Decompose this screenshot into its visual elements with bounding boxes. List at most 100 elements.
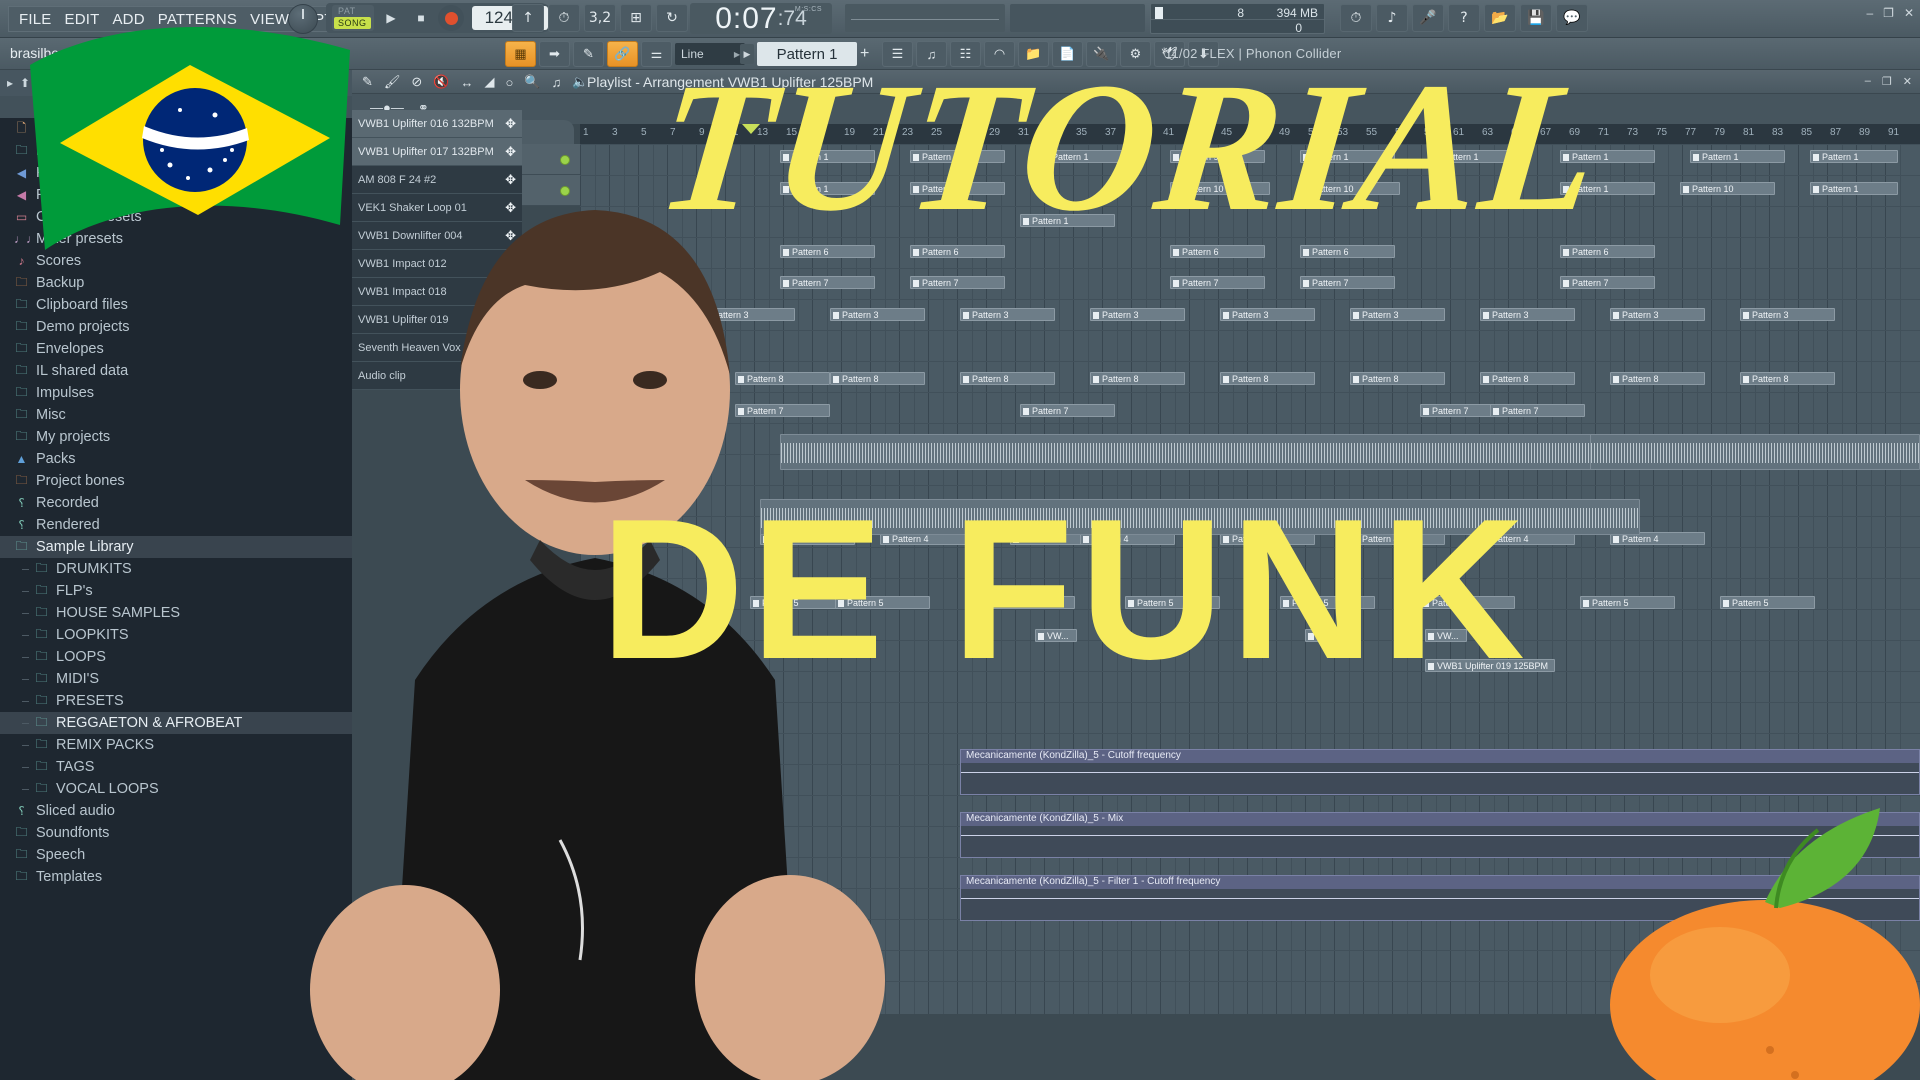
pattern-select-icon[interactable]: ▦ [505, 41, 536, 67]
playlist-pattern-clip[interactable]: Pattern 8 [1350, 372, 1445, 385]
playlist-pattern-clip[interactable]: Pattern 10 [1680, 182, 1775, 195]
sample-row[interactable]: VWB1 Uplifter 017 132BPM ✥ [352, 138, 522, 166]
clock-icon[interactable]: ⏱ [1340, 4, 1372, 32]
project-filename: brasilbeat.flp [10, 45, 90, 61]
online-panel[interactable] [1010, 4, 1145, 32]
master-volume-knob[interactable] [288, 4, 318, 34]
undo-icon[interactable]: ↶ [37, 76, 47, 90]
playlist-maximize-icon[interactable]: ❐ [1882, 75, 1892, 88]
zoom-out-tool-icon[interactable]: ○ [506, 75, 514, 90]
playlist-pattern-clip[interactable]: Pattern 3 [1220, 308, 1315, 321]
count-in-icon[interactable]: 3,2 [584, 4, 616, 32]
browser-item-label: REGGAETON & AFROBEAT [56, 715, 243, 731]
draw-tool-icon[interactable]: ✎ [362, 74, 373, 90]
playlist-pattern-clip[interactable]: Pattern 5 [1580, 596, 1675, 609]
browser-item-label: Mixer presets [36, 231, 124, 247]
playlist-pattern-clip[interactable]: Pattern 1 [1810, 150, 1898, 163]
browser-item-label: MIDI'S [56, 671, 100, 687]
magnet-snap-icon[interactable]: 🔗 [607, 41, 638, 67]
bar-number: 81 [1743, 127, 1755, 138]
mute-tool-icon[interactable]: ⊘ [411, 74, 422, 90]
menu-item-view[interactable]: VIEW [250, 11, 289, 28]
playback-tool-icon[interactable]: ♫ [552, 75, 562, 90]
playlist-pattern-clip[interactable]: Pattern 8 [1090, 372, 1185, 385]
typing-keyboard-icon[interactable]: ♪ [1376, 4, 1408, 32]
time-display[interactable]: 0:07:74 M:S:CS [690, 2, 832, 35]
search-icon[interactable]: 🔍 [54, 76, 69, 90]
step-edit-icon[interactable]: ⊞ [620, 4, 652, 32]
paint-icon[interactable]: ✎ [573, 41, 604, 67]
chevron-right-icon[interactable]: ▸ [7, 76, 13, 90]
playlist-pattern-clip[interactable]: Pattern 3 [1090, 308, 1185, 321]
playlist-pattern-clip[interactable]: Pattern 8 [1220, 372, 1315, 385]
browser-preview-bar: —●— [0, 96, 352, 118]
slip-tool-icon[interactable]: 🔇 [433, 74, 449, 90]
menu-item-edit[interactable]: EDIT [64, 11, 99, 28]
brush-icon[interactable]: ⚌ [641, 41, 672, 67]
playlist-pattern-clip[interactable]: Pattern 5 [1720, 596, 1815, 609]
record-button[interactable] [438, 5, 464, 31]
bar-number: 1 [583, 127, 589, 138]
maximize-icon[interactable]: ❐ [1883, 6, 1894, 20]
stop-button[interactable]: ■ [408, 5, 434, 31]
minimize-icon[interactable]: – [1866, 6, 1873, 20]
browser-item-current-project[interactable]: 🗋 Current project [0, 118, 352, 140]
browser-item-label: Rendered [36, 517, 100, 533]
fldr-icon: 🗀 [15, 846, 28, 861]
open-icon[interactable]: 📂 [1484, 4, 1516, 32]
playlist-pattern-clip[interactable]: Pattern 7 [1560, 276, 1655, 289]
sample-add-icon[interactable]: ✥ [505, 116, 516, 132]
pattern-song-toggle[interactable]: PAT SONG [332, 5, 374, 31]
comment-icon[interactable]: 💬 [1556, 4, 1588, 32]
playlist-pattern-clip[interactable]: Pattern 3 [960, 308, 1055, 321]
microphone-icon[interactable]: 🎤 [1412, 4, 1444, 32]
browser-item-dashboard[interactable]: 🗀 Dashboard [0, 140, 352, 162]
automation-clip[interactable]: Mecanicamente (KondZilla)_5 - Cutoff fre… [960, 749, 1920, 795]
loop-record-icon[interactable]: ↻ [656, 4, 688, 32]
sample-row[interactable]: VWB1 Uplifter 016 132BPM ✥ [352, 110, 522, 138]
browser-item-label: Impulses [36, 385, 95, 401]
arrow-up-icon[interactable]: ⬆ [20, 76, 30, 90]
playlist-pattern-clip[interactable]: Pattern 8 [1740, 372, 1835, 385]
sample-add-icon[interactable]: ✥ [505, 144, 516, 160]
playlist-minimize-icon[interactable]: – [1865, 75, 1871, 88]
playlist-pattern-clip[interactable]: Pattern 7 [1170, 276, 1265, 289]
playlist-close-icon[interactable]: ✕ [1903, 75, 1912, 88]
playlist-audio-clip[interactable] [1590, 434, 1920, 470]
menu-item-patterns[interactable]: PATTERNS [158, 11, 237, 28]
draw-icon[interactable]: ➡ [539, 41, 570, 67]
zoom-tool-icon[interactable]: 🔍 [524, 74, 540, 90]
playlist-pattern-clip[interactable]: Pattern 3 [1350, 308, 1445, 321]
select-tool-icon[interactable]: ◢ [485, 74, 495, 90]
track-enable-led[interactable] [560, 155, 570, 165]
playlist-pattern-clip[interactable]: Pattern 8 [1480, 372, 1575, 385]
help-icon[interactable]: ? [1448, 4, 1480, 32]
playlist-pattern-clip[interactable]: Pattern 8 [960, 372, 1055, 385]
paint-tool-icon[interactable]: 🖌 [384, 74, 401, 90]
resource-meters: 8 394 MB 0 [1150, 3, 1325, 35]
fldr-icon: 🗀 [35, 736, 48, 751]
menu-item-add[interactable]: ADD [112, 11, 144, 28]
playlist-pattern-clip[interactable]: Pattern 3 [1480, 308, 1575, 321]
playlist-pattern-clip[interactable]: Pattern 1 [1810, 182, 1898, 195]
mix-icon: ♩♩ [14, 232, 38, 246]
slice-tool-icon[interactable]: ↔ [461, 75, 474, 90]
playlist-pattern-clip[interactable]: Pattern 3 [1740, 308, 1835, 321]
playlist-pattern-clip[interactable]: Pattern 7 [1490, 404, 1585, 417]
metronome-icon[interactable]: ↑ [512, 4, 544, 32]
playlist-pattern-clip[interactable]: Pattern 3 [1610, 308, 1705, 321]
close-icon[interactable]: ✕ [1904, 6, 1914, 20]
menu-item-file[interactable]: FILE [19, 11, 51, 28]
save-icon[interactable]: 💾 [1520, 4, 1552, 32]
playlist-pattern-clip[interactable]: Pattern 7 [1300, 276, 1395, 289]
chevron-right-icon-2[interactable]: ▸ [162, 76, 168, 90]
play-button[interactable]: ▶ [378, 5, 404, 31]
playlist-pattern-clip[interactable]: Pattern 8 [1610, 372, 1705, 385]
bar-number: 91 [1888, 127, 1900, 138]
playlist-pattern-clip[interactable]: Pattern 7 [1020, 404, 1115, 417]
playlist-pattern-clip[interactable]: Pattern 1 [1690, 150, 1785, 163]
wait-for-input-icon[interactable]: ⏱ [548, 4, 580, 32]
browser-item-label: Sliced audio [36, 803, 115, 819]
bar-number: 77 [1685, 127, 1697, 138]
browser-item-label: Backup [36, 275, 85, 291]
